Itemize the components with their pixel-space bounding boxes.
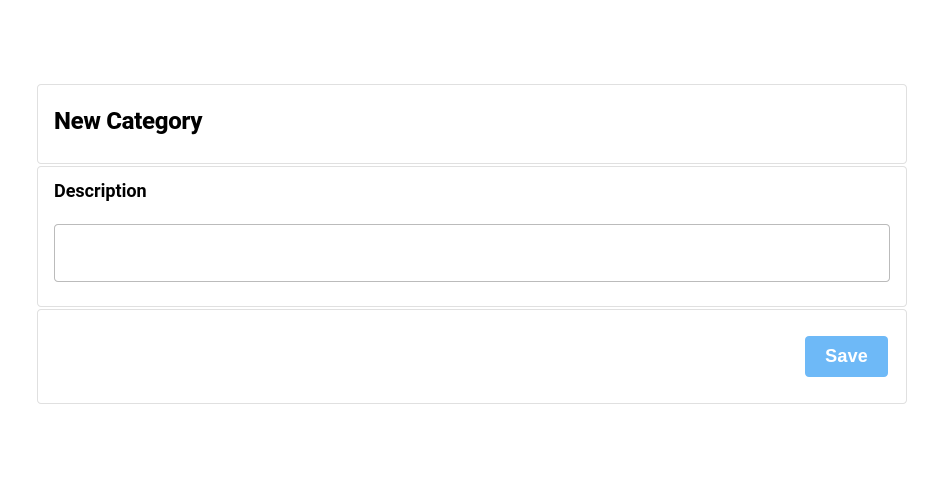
header-panel: New Category: [37, 84, 907, 164]
page-title: New Category: [54, 107, 890, 135]
description-label: Description: [54, 181, 890, 202]
panel-body: Description: [38, 167, 906, 306]
footer-panel: Save: [37, 309, 907, 404]
form-panel: Description: [37, 166, 907, 307]
description-input[interactable]: [54, 224, 890, 282]
panel-header: New Category: [38, 85, 906, 163]
panel-footer: Save: [38, 310, 906, 403]
save-button[interactable]: Save: [805, 336, 888, 377]
